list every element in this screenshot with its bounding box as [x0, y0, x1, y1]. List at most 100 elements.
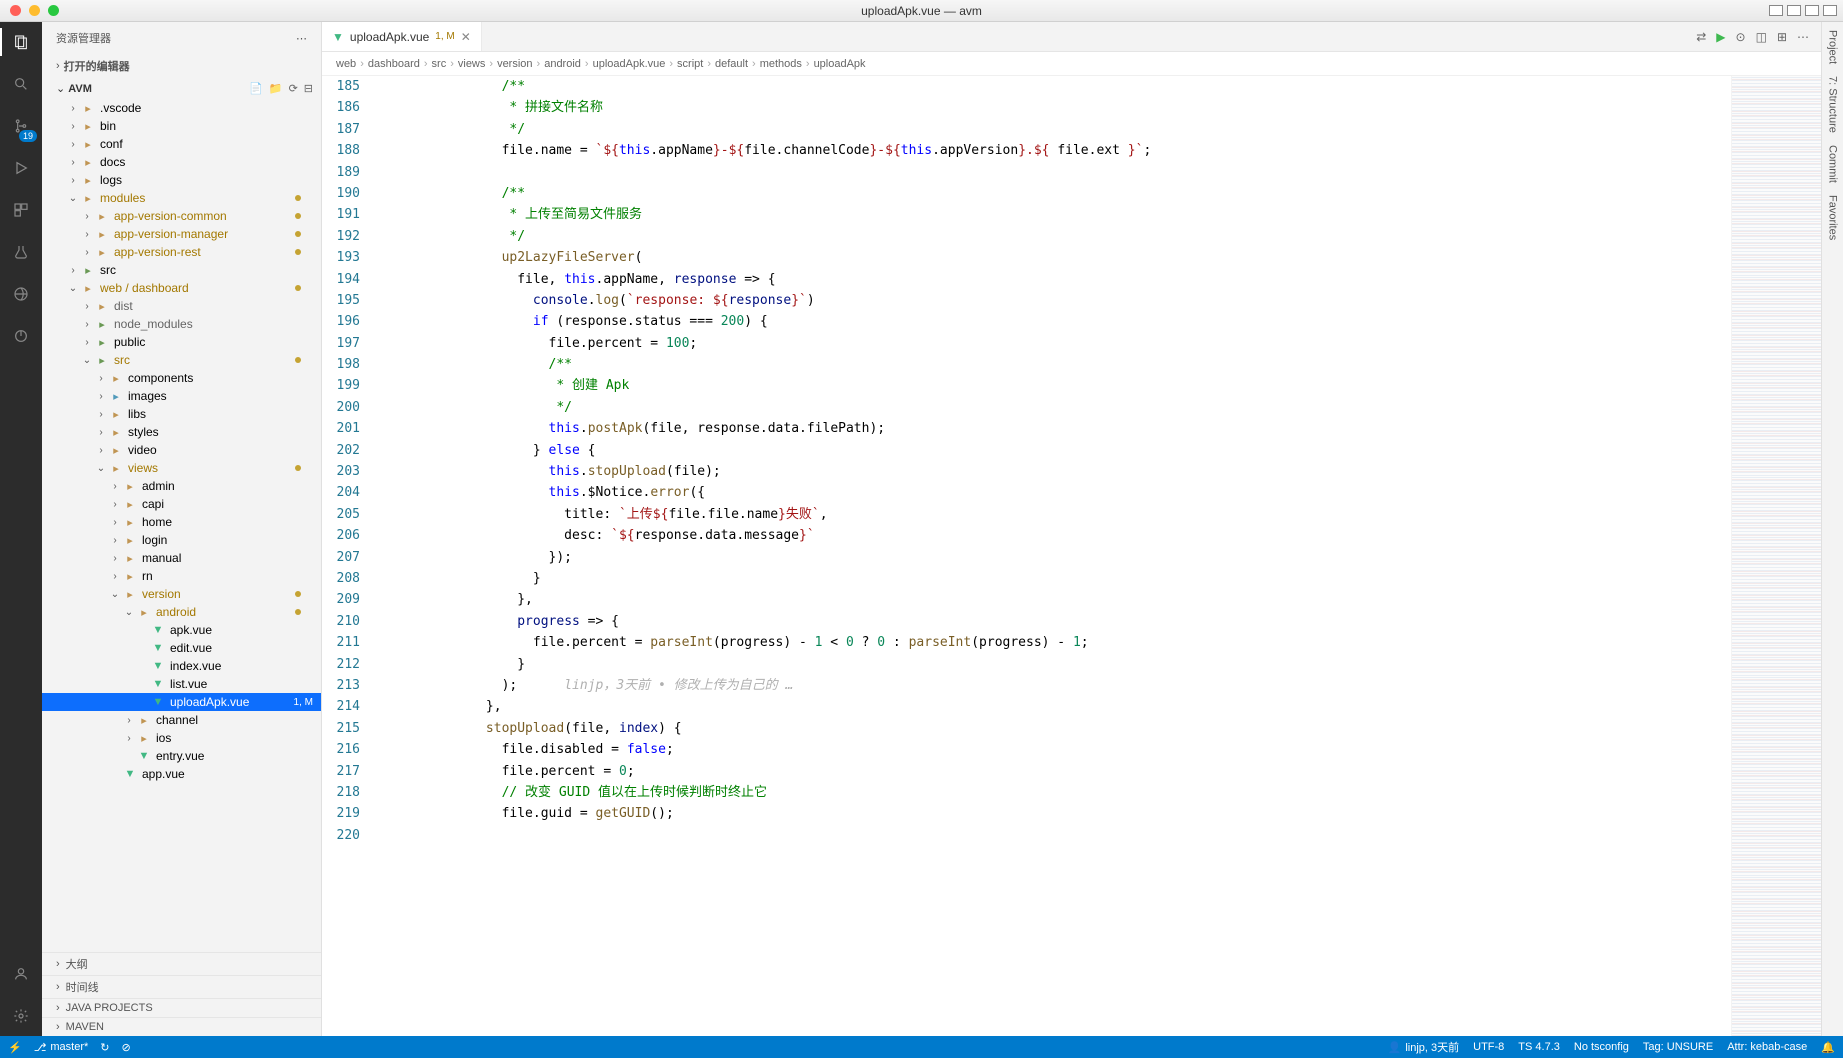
tree-item[interactable]: ›▸libs: [42, 405, 321, 423]
code-line[interactable]: file.guid = getGUID();: [392, 803, 1731, 824]
tree-item[interactable]: ⌄▸views: [42, 459, 321, 477]
tree-item[interactable]: ›▸video: [42, 441, 321, 459]
code-line[interactable]: if (response.status === 200) {: [392, 311, 1731, 332]
tree-item[interactable]: ›▸login: [42, 531, 321, 549]
tree-item[interactable]: ▼apk.vue: [42, 621, 321, 639]
tab-uploadapk[interactable]: ▼ uploadApk.vue 1, M ✕: [322, 22, 482, 51]
code-line[interactable]: desc: `${response.data.message}`: [392, 525, 1731, 546]
code-editor[interactable]: /** * 拼接文件名称 */ file.name = `${this.appN…: [372, 76, 1731, 1036]
breadcrumb-item[interactable]: version: [497, 58, 532, 70]
breadcrumb-item[interactable]: uploadApk.vue: [593, 58, 666, 70]
code-line[interactable]: file.percent = 0;: [392, 761, 1731, 782]
code-line[interactable]: file.percent = parseInt(progress) - 1 < …: [392, 632, 1731, 653]
tree-item[interactable]: ›▸conf: [42, 135, 321, 153]
zoom-window-icon[interactable]: [48, 5, 59, 16]
code-line[interactable]: progress => {: [392, 611, 1731, 632]
run-icon[interactable]: ▶: [1716, 30, 1725, 44]
panel-toggle-icon[interactable]: [1769, 5, 1783, 16]
breadcrumb-item[interactable]: uploadApk: [814, 58, 866, 70]
extensions-icon[interactable]: [9, 198, 33, 222]
code-line[interactable]: },: [392, 589, 1731, 610]
tree-item[interactable]: ›▸admin: [42, 477, 321, 495]
tree-item[interactable]: ▼entry.vue: [42, 747, 321, 765]
accounts-icon[interactable]: [9, 962, 33, 986]
blame-author[interactable]: 👤 linjp, 3天前: [1388, 1039, 1460, 1055]
breadcrumb[interactable]: web›dashboard›src›views›version›android›…: [322, 52, 1821, 76]
breadcrumb-item[interactable]: src: [432, 58, 447, 70]
new-file-icon[interactable]: 📄: [249, 82, 263, 95]
code-line[interactable]: }: [392, 654, 1731, 675]
close-window-icon[interactable]: [10, 5, 21, 16]
panel-toggle-icon[interactable]: [1823, 5, 1837, 16]
tree-item[interactable]: ›▸rn: [42, 567, 321, 585]
run-debug-icon[interactable]: [9, 156, 33, 180]
code-line[interactable]: file.name = `${this.appName}-${file.chan…: [392, 140, 1731, 161]
tree-item[interactable]: ›▸ios: [42, 729, 321, 747]
tree-item[interactable]: ›▸public: [42, 333, 321, 351]
tree-item[interactable]: ⌄▸android: [42, 603, 321, 621]
code-line[interactable]: * 上传至简易文件服务: [392, 204, 1731, 225]
favorites-tab[interactable]: Favorites: [1827, 195, 1839, 240]
tree-item[interactable]: ›▸node_modules: [42, 315, 321, 333]
tree-item[interactable]: ›▸docs: [42, 153, 321, 171]
code-line[interactable]: up2LazyFileServer(: [392, 247, 1731, 268]
outline-section[interactable]: ›大纲: [42, 952, 321, 975]
tree-item[interactable]: ›▸bin: [42, 117, 321, 135]
code-line[interactable]: */: [392, 226, 1731, 247]
minimize-window-icon[interactable]: [29, 5, 40, 16]
code-line[interactable]: this.postApk(file, response.data.filePat…: [392, 418, 1731, 439]
code-line[interactable]: * 创建 Apk: [392, 375, 1731, 396]
code-line[interactable]: file.percent = 100;: [392, 333, 1731, 354]
file-tree[interactable]: ›▸.vscode›▸bin›▸conf›▸docs›▸logs⌄▸module…: [42, 99, 321, 952]
tree-item[interactable]: ›▸app-version-rest: [42, 243, 321, 261]
debug-icon[interactable]: ⊙: [1736, 30, 1746, 44]
breadcrumb-item[interactable]: default: [715, 58, 748, 70]
code-line[interactable]: file.disabled = false;: [392, 739, 1731, 760]
explorer-icon[interactable]: [9, 30, 33, 54]
tree-item[interactable]: ›▸.vscode: [42, 99, 321, 117]
tree-item[interactable]: ›▸images: [42, 387, 321, 405]
testing-icon[interactable]: [9, 240, 33, 264]
tree-item[interactable]: ›▸components: [42, 369, 321, 387]
panel-toggle-icon[interactable]: [1805, 5, 1819, 16]
code-line[interactable]: stopUpload(file, index) {: [392, 718, 1731, 739]
power-icon[interactable]: [9, 324, 33, 348]
breadcrumb-item[interactable]: script: [677, 58, 703, 70]
remote-indicator[interactable]: ⚡: [8, 1041, 22, 1054]
tree-item[interactable]: ›▸dist: [42, 297, 321, 315]
tree-item[interactable]: ›▸channel: [42, 711, 321, 729]
code-line[interactable]: /**: [392, 183, 1731, 204]
code-line[interactable]: },: [392, 696, 1731, 717]
code-line[interactable]: } else {: [392, 440, 1731, 461]
maven-section[interactable]: ›MAVEN: [42, 1017, 321, 1036]
code-line[interactable]: console.log(`response: ${response}`): [392, 290, 1731, 311]
close-icon[interactable]: ✕: [461, 30, 471, 44]
breadcrumb-item[interactable]: dashboard: [368, 58, 420, 70]
collapse-icon[interactable]: ⊟: [304, 82, 313, 95]
code-line[interactable]: // 改变 GUID 值以在上传时候判断时终止它: [392, 782, 1731, 803]
code-line[interactable]: */: [392, 119, 1731, 140]
tree-item[interactable]: ⌄▸version: [42, 585, 321, 603]
tag-status[interactable]: Tag: UNSURE: [1643, 1041, 1713, 1053]
tree-item[interactable]: ›▸src: [42, 261, 321, 279]
tree-item[interactable]: ›▸home: [42, 513, 321, 531]
code-line[interactable]: file, this.appName, response => {: [392, 269, 1731, 290]
compare-icon[interactable]: ⇄: [1696, 30, 1706, 44]
tree-item[interactable]: ⌄▸modules: [42, 189, 321, 207]
tree-item[interactable]: ⌄▸web / dashboard: [42, 279, 321, 297]
minimap[interactable]: [1731, 76, 1821, 1036]
notifications-icon[interactable]: 🔔: [1821, 1041, 1835, 1054]
more-icon[interactable]: ⋯: [1797, 30, 1809, 44]
tree-item[interactable]: ▼uploadApk.vue1, M: [42, 693, 321, 711]
panel-toggle-icon[interactable]: [1787, 5, 1801, 16]
search-icon[interactable]: [9, 72, 33, 96]
project-header[interactable]: ⌄ AVM 📄 📁 ⟳ ⊟: [42, 78, 321, 99]
tree-item[interactable]: ▼app.vue: [42, 765, 321, 783]
java-projects-section[interactable]: ›JAVA PROJECTS: [42, 998, 321, 1017]
code-line[interactable]: title: `上传${file.file.name}失败`,: [392, 504, 1731, 525]
tree-item[interactable]: ▼list.vue: [42, 675, 321, 693]
tree-item[interactable]: ›▸capi: [42, 495, 321, 513]
breadcrumb-item[interactable]: android: [544, 58, 581, 70]
tree-item[interactable]: ›▸app-version-manager: [42, 225, 321, 243]
tree-item[interactable]: ▼edit.vue: [42, 639, 321, 657]
